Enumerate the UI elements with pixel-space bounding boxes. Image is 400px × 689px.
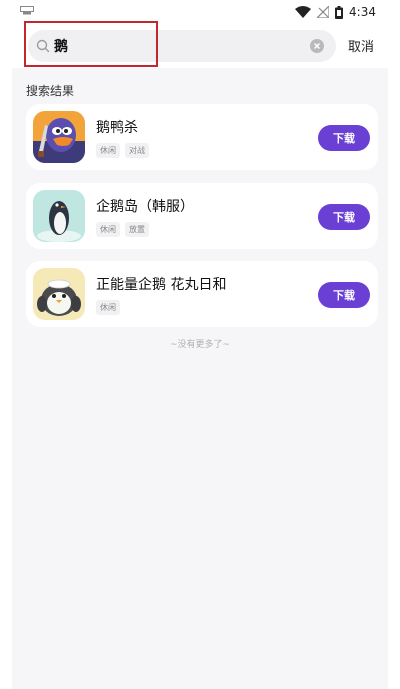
app-name: 正能量企鹅 花丸日和 bbox=[96, 277, 227, 293]
goose-duck-app-icon bbox=[33, 111, 85, 163]
tag-list: 休闲 bbox=[96, 300, 120, 315]
download-button[interactable]: 下载 bbox=[318, 282, 370, 308]
tag: 休闲 bbox=[96, 300, 120, 315]
tag: 休闲 bbox=[96, 222, 120, 237]
signal-off-icon bbox=[317, 6, 330, 18]
search-icon bbox=[36, 39, 50, 53]
clock: 4:34 bbox=[349, 5, 376, 19]
notification-icon bbox=[20, 6, 34, 15]
download-button[interactable]: 下载 bbox=[318, 125, 370, 151]
tag-list: 休闲 对战 bbox=[96, 143, 149, 158]
no-more-results-text: ~没有更多了~ bbox=[169, 340, 231, 350]
tag: 休闲 bbox=[96, 143, 120, 158]
positive-penguin-app-icon bbox=[33, 268, 85, 320]
tag: 对战 bbox=[125, 143, 149, 158]
download-button[interactable]: 下载 bbox=[318, 204, 370, 230]
tag-list: 休闲 放置 bbox=[96, 222, 149, 237]
app-name: 企鹅岛（韩服） bbox=[96, 199, 194, 215]
status-bar: 4:34 bbox=[12, 0, 388, 24]
app-name: 鹅鸭杀 bbox=[96, 120, 138, 136]
search-query: 鹅 bbox=[54, 39, 68, 55]
result-item[interactable]: 企鹅岛（韩服） 休闲 放置 下载 bbox=[26, 183, 378, 249]
penguin-isle-app-icon bbox=[33, 190, 85, 242]
battery-icon bbox=[335, 5, 344, 19]
result-item[interactable]: 鹅鸭杀 休闲 对战 下载 bbox=[26, 104, 378, 170]
section-title: 搜索结果 bbox=[26, 84, 75, 98]
wifi-icon bbox=[295, 6, 312, 18]
tag: 放置 bbox=[125, 222, 149, 237]
search-header: 鹅 取消 bbox=[12, 24, 388, 68]
search-input[interactable]: 鹅 bbox=[28, 30, 336, 62]
cancel-button[interactable]: 取消 bbox=[348, 36, 374, 55]
phone-screen: 4:34 鹅 取消 搜索结果 鹅鸭杀 休闲 对战 下载 企鹅岛（韩服） 休闲 放… bbox=[12, 0, 388, 689]
result-item[interactable]: 正能量企鹅 花丸日和 休闲 下载 bbox=[26, 261, 378, 327]
clear-icon[interactable] bbox=[310, 39, 324, 53]
